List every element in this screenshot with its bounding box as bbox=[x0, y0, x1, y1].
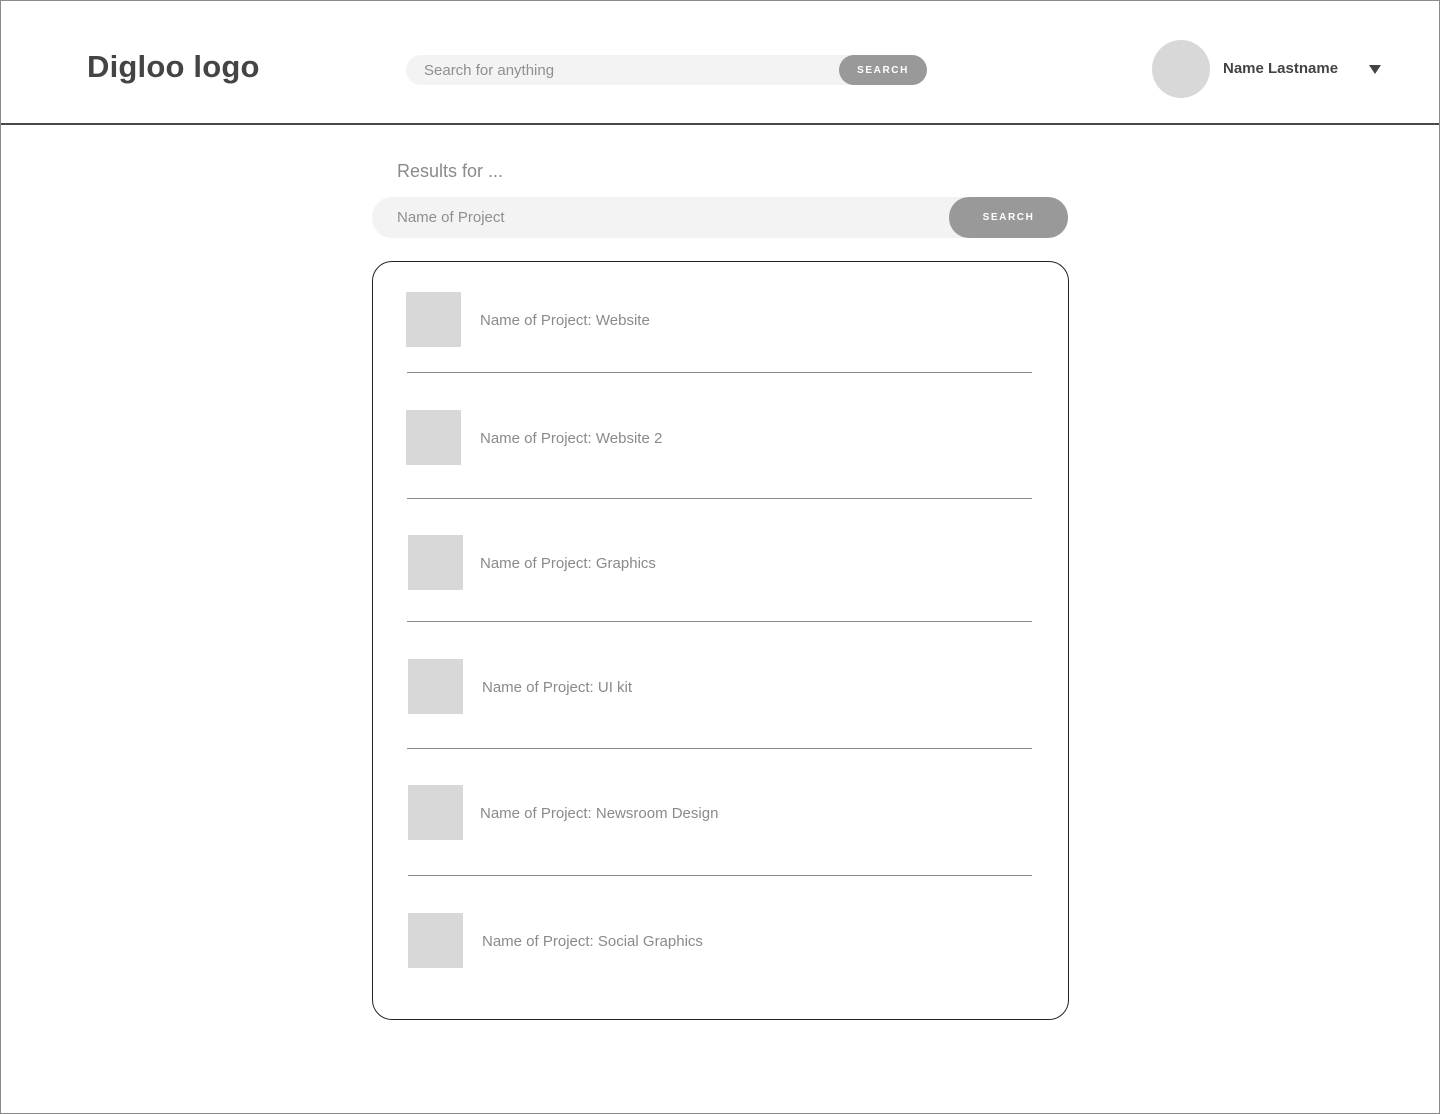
project-name: Name of Project: Social Graphics bbox=[482, 933, 703, 950]
divider bbox=[408, 875, 1032, 876]
results-heading: Results for ... bbox=[397, 161, 504, 181]
top-search-input[interactable] bbox=[424, 55, 834, 85]
list-item[interactable]: Name of Project: Newsroom Design bbox=[373, 785, 1068, 841]
project-name: Name of Project: Graphics bbox=[480, 555, 656, 572]
list-item[interactable]: Name of Project: UI kit bbox=[373, 659, 1068, 715]
project-thumbnail bbox=[408, 913, 463, 968]
top-search-button[interactable]: SEARCH bbox=[839, 55, 927, 85]
project-thumbnail bbox=[406, 410, 461, 465]
top-search-bar: SEARCH bbox=[406, 55, 927, 85]
project-thumbnail bbox=[408, 535, 463, 590]
project-search-bar: SEARCH bbox=[372, 197, 1068, 238]
divider bbox=[407, 621, 1032, 622]
list-item[interactable]: Name of Project: Social Graphics bbox=[373, 913, 1068, 969]
logo[interactable]: Digloo logo bbox=[87, 49, 260, 85]
results-list: Name of Project: Website Name of Project… bbox=[372, 261, 1069, 1020]
list-item[interactable]: Name of Project: Graphics bbox=[373, 535, 1068, 591]
chevron-down-icon[interactable] bbox=[1369, 65, 1381, 74]
list-item[interactable]: Name of Project: Website 2 bbox=[373, 410, 1068, 466]
project-search-button[interactable]: SEARCH bbox=[949, 197, 1068, 238]
list-item[interactable]: Name of Project: Website bbox=[373, 292, 1068, 348]
avatar[interactable] bbox=[1152, 40, 1210, 98]
divider bbox=[407, 498, 1032, 499]
project-name: Name of Project: Website bbox=[480, 312, 650, 329]
project-thumbnail bbox=[408, 785, 463, 840]
user-name[interactable]: Name Lastname bbox=[1223, 60, 1338, 77]
divider bbox=[407, 372, 1032, 373]
divider bbox=[407, 748, 1032, 749]
project-search-input[interactable] bbox=[397, 197, 937, 238]
top-header: Digloo logo SEARCH Name Lastname bbox=[1, 1, 1439, 125]
project-thumbnail bbox=[408, 659, 463, 714]
project-name: Name of Project: Website 2 bbox=[480, 430, 663, 447]
project-thumbnail bbox=[406, 292, 461, 347]
project-name: Name of Project: Newsroom Design bbox=[480, 805, 719, 822]
page-frame: Digloo logo SEARCH Name Lastname Results… bbox=[0, 0, 1440, 1114]
project-name: Name of Project: UI kit bbox=[482, 679, 633, 696]
